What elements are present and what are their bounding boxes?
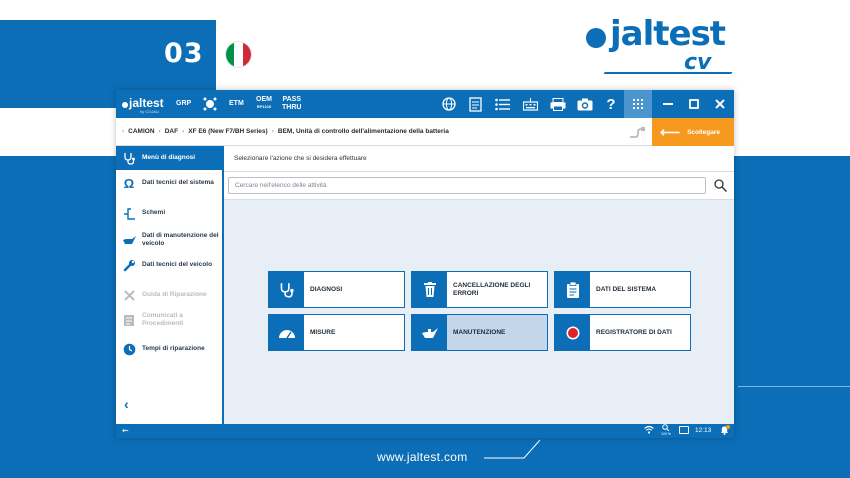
target-icon[interactable]: [202, 96, 218, 112]
sidebar-item-bulletins: Comunicati a Procedimenti: [116, 312, 222, 328]
app-window: jaltest by COJALI GRP ETM OEM RP1210 PASS…: [116, 90, 734, 438]
circuit-icon: [122, 206, 136, 220]
action-maintenance[interactable]: MANUTENZIONE: [411, 314, 548, 351]
back-chevron-icon[interactable]: ‹: [124, 396, 129, 412]
brand-name: jaltest: [610, 14, 726, 54]
oem-button[interactable]: OEM RP1210: [256, 96, 272, 109]
sidebar-item-system-tech-data[interactable]: Ω Dati tecnici del sistema: [116, 175, 222, 191]
sidebar-item-repair-guide: Guida di Riparazione: [116, 288, 222, 302]
passthru-button[interactable]: PASS THRU: [282, 96, 301, 112]
action-measurements[interactable]: MISURE: [268, 314, 405, 351]
zoom-indicator[interactable]: 100 %: [661, 424, 671, 436]
document-icon[interactable]: [467, 96, 483, 112]
arrow-left-icon: ⟵: [660, 123, 681, 140]
search-icon[interactable]: [712, 177, 728, 193]
breadcrumb-item[interactable]: DAF: [165, 128, 178, 135]
sidebar-item-vehicle-tech-data[interactable]: Dati tecnici del veicolo: [116, 258, 222, 272]
action-prompt: Selezionare l'azione che si desidera eff…: [224, 146, 734, 172]
omega-icon: Ω: [123, 175, 135, 191]
website-url: www.jaltest.com: [377, 450, 468, 464]
zoom-level: 100 %: [661, 432, 671, 436]
clock-icon: [122, 342, 136, 356]
stethoscope-icon: [122, 151, 136, 165]
action-system-data[interactable]: DATI DEL SISTEMA: [554, 271, 691, 308]
sidebar: Menù di diagnosi Ω Dati tecnici del sist…: [116, 146, 224, 424]
grp-button[interactable]: GRP: [176, 100, 191, 107]
action-grid: DIAGNOSI CANCELLAZIONE DEGLI ERRORI DATI…: [224, 200, 734, 424]
sidebar-item-repair-times[interactable]: Tempi di riparazione: [116, 342, 222, 356]
zoom-icon: [662, 424, 670, 432]
website-underline: [484, 439, 541, 459]
italy-flag-icon: [225, 41, 252, 68]
connection-icon: [629, 127, 645, 142]
search-row: [224, 172, 734, 200]
sidebar-item-vehicle-maintenance[interactable]: Dati di manutenzione del veicolo: [116, 232, 222, 248]
keyboard-icon[interactable]: [522, 96, 538, 112]
app-logo: jaltest: [122, 96, 164, 110]
breadcrumb-item[interactable]: BEM, Unità di controllo dell'alimentazio…: [278, 128, 449, 135]
maximize-icon[interactable]: [684, 94, 704, 114]
main-panel: Selezionare l'azione che si desidera eff…: [224, 146, 734, 424]
action-diagnosis[interactable]: DIAGNOSI: [268, 271, 405, 308]
printer-icon[interactable]: [550, 96, 566, 112]
action-data-recorder[interactable]: REGISTRATORE DI DATI: [554, 314, 691, 351]
globe-icon[interactable]: [441, 96, 457, 112]
app-logo-sub: by COJALI: [140, 109, 160, 114]
tools-icon: [122, 288, 136, 302]
sidebar-item-schemes[interactable]: Schemi: [116, 206, 222, 220]
etm-button[interactable]: ETM: [229, 100, 244, 107]
top-toolbar: jaltest by COJALI GRP ETM OEM RP1210 PASS…: [116, 90, 734, 118]
close-icon[interactable]: [710, 94, 730, 114]
brand-swoosh: [603, 72, 733, 74]
oil-can-icon: [122, 233, 136, 247]
usb-icon: ⇜: [122, 426, 129, 435]
help-icon[interactable]: ?: [603, 96, 619, 113]
search-input[interactable]: [228, 177, 706, 194]
breadcrumb: › CAMION › DAF › XF E6 (New F7/BH Series) ›…: [116, 118, 734, 146]
gauge-icon: [269, 315, 304, 350]
stethoscope-icon: [269, 272, 304, 307]
sidebar-item-diagnosis-menu[interactable]: Menù di diagnosi: [116, 146, 222, 170]
breadcrumb-trail: › CAMION › DAF › XF E6 (New F7/BH Series) ›…: [122, 128, 449, 135]
notes-icon: [122, 313, 136, 327]
step-number: 03: [164, 38, 204, 69]
wifi-icon: [644, 425, 654, 436]
status-bar: ⇜ 100 % 12:13: [116, 424, 734, 438]
record-icon: [555, 315, 590, 350]
clock-time: 12:13: [695, 427, 712, 434]
list-icon[interactable]: [494, 96, 510, 112]
breadcrumb-item[interactable]: XF E6 (New F7/BH Series): [188, 128, 267, 135]
wrench-icon: [122, 258, 136, 272]
bell-icon[interactable]: [720, 425, 730, 437]
disconnect-button[interactable]: ⟵ Scollegare: [652, 118, 734, 146]
camera-icon[interactable]: [577, 96, 593, 112]
breadcrumb-item[interactable]: CAMION: [128, 128, 154, 135]
disconnect-label: Scollegare: [687, 128, 720, 136]
promo-divider-line: [738, 386, 850, 387]
grid-icon[interactable]: [624, 90, 652, 118]
keyboard-icon[interactable]: [679, 426, 689, 434]
oil-can-icon: [412, 315, 447, 350]
clipboard-icon: [555, 272, 590, 307]
trash-icon: [412, 272, 447, 307]
notification-dot: [726, 425, 730, 429]
brand-logo: jaltest cv: [584, 14, 738, 82]
brand-dot: [586, 28, 606, 48]
minimize-icon[interactable]: [658, 94, 678, 114]
action-clear-errors[interactable]: CANCELLAZIONE DEGLI ERRORI: [411, 271, 548, 308]
